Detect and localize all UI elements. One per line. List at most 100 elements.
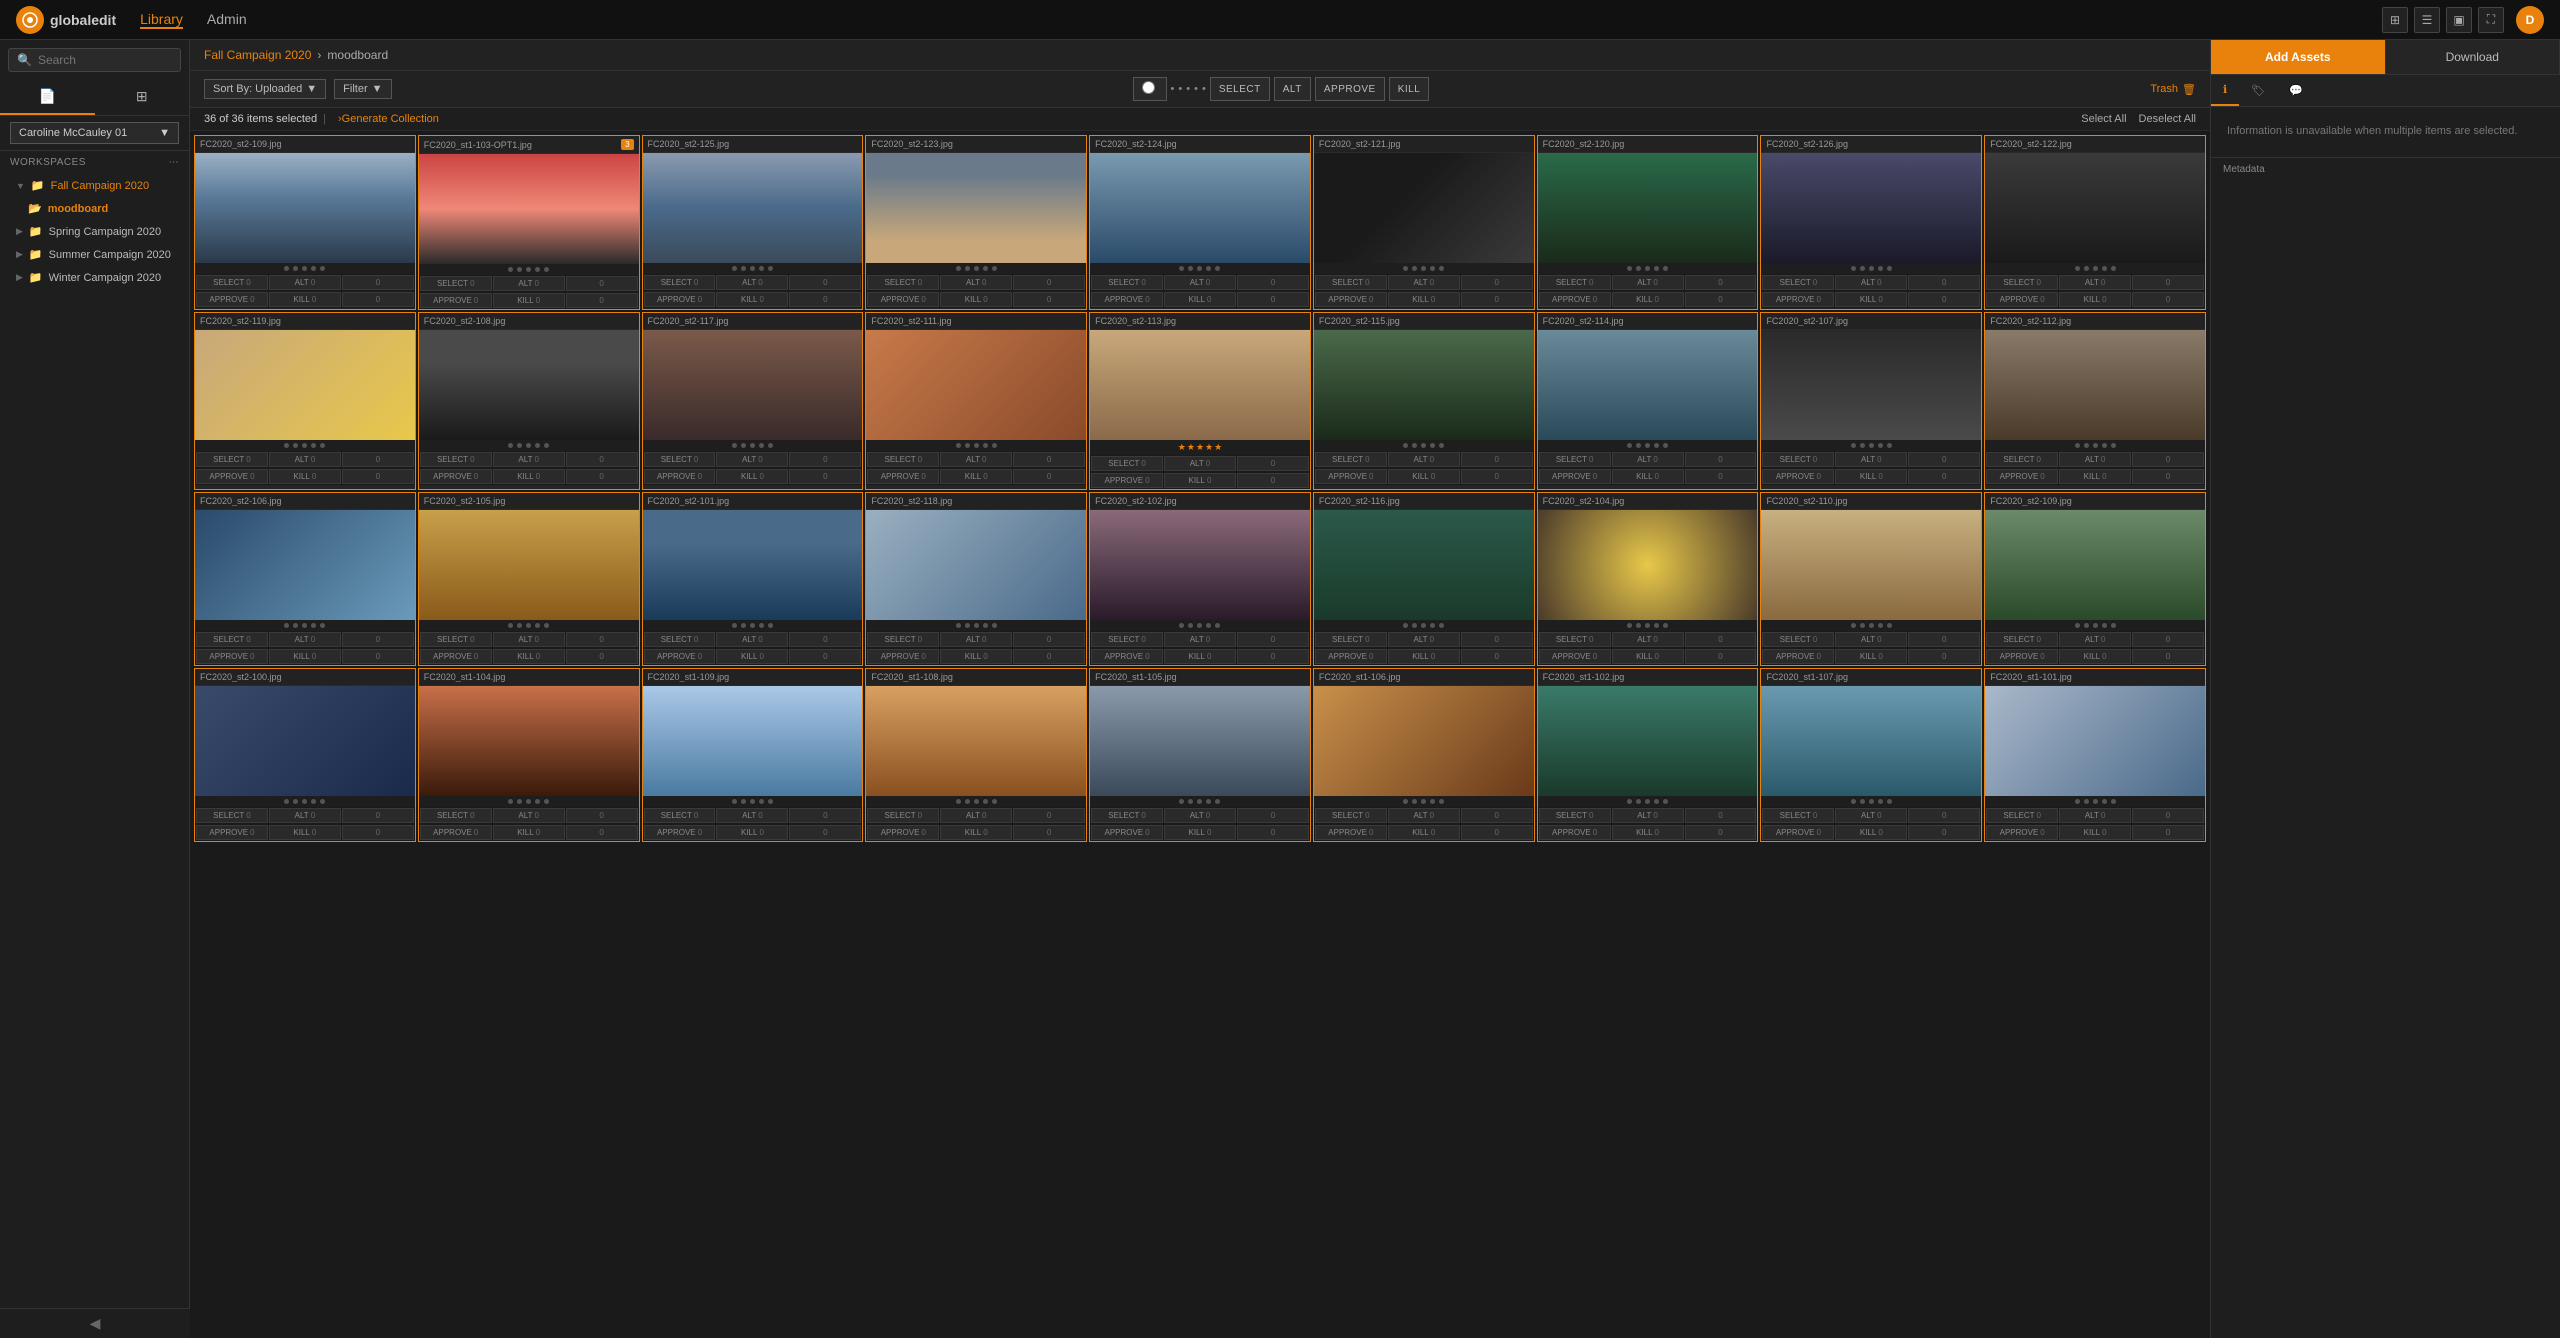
photo-kill-btn[interactable]: KILL 0 [716,292,788,307]
photo-thumbnail[interactable] [1985,330,2205,440]
photo-kill-btn[interactable]: KILL 0 [1835,649,1907,664]
photo-thumbnail[interactable] [643,510,863,620]
photo-approve-btn[interactable]: APPROVE 0 [1986,825,2058,840]
photo-thumbnail[interactable] [1761,510,1981,620]
photo-thumbnail[interactable] [1314,510,1534,620]
workspace-more-icon[interactable]: ⋯ [169,157,180,168]
photo-kill-btn[interactable]: KILL 0 [1164,473,1236,488]
photo-alt-btn[interactable]: ALT 0 [716,808,788,823]
photo-alt-btn[interactable]: ALT 0 [269,275,341,290]
filter-button[interactable]: Filter ▼ [334,79,391,99]
photo-kill-btn[interactable]: KILL 0 [1164,292,1236,307]
photo-card[interactable]: FC2020_st2-108.jpg SELECT 0 ALT 0 0 APPR… [418,312,640,490]
photo-alt-btn[interactable]: ALT 0 [1388,452,1460,467]
photo-thumbnail[interactable] [1761,153,1981,263]
photo-thumbnail[interactable] [195,330,415,440]
photo-card[interactable]: FC2020_st2-118.jpg SELECT 0 ALT 0 0 APPR… [865,492,1087,666]
photo-thumbnail[interactable] [866,330,1086,440]
photo-card[interactable]: FC2020_st1-103-OPT1.jpg 3 SELECT 0 ALT 0… [418,135,640,310]
photo-select-btn[interactable]: SELECT 0 [867,275,939,290]
photo-alt-btn[interactable]: ALT 0 [716,275,788,290]
photo-approve-btn[interactable]: APPROVE 0 [1091,825,1163,840]
photo-card[interactable]: FC2020_st2-109.jpg SELECT 0 ALT 0 0 APPR… [194,135,416,310]
photo-select-btn[interactable]: SELECT 0 [1091,456,1163,471]
photo-approve-btn[interactable]: APPROVE 0 [196,825,268,840]
photo-select-btn[interactable]: SELECT 0 [1315,632,1387,647]
breadcrumb-root[interactable]: Fall Campaign 2020 [204,48,311,62]
photo-kill-btn[interactable]: KILL 0 [2059,469,2131,484]
photo-approve-btn[interactable]: APPROVE 0 [420,293,492,308]
photo-card[interactable]: FC2020_st2-116.jpg SELECT 0 ALT 0 0 APPR… [1313,492,1535,666]
add-assets-button[interactable]: Add Assets [2211,40,2386,74]
photo-card[interactable]: FC2020_st2-109.jpg SELECT 0 ALT 0 0 APPR… [1984,492,2206,666]
photo-alt-btn[interactable]: ALT 0 [1612,808,1684,823]
select-all-action-button[interactable] [1133,77,1167,101]
photo-alt-btn[interactable]: ALT 0 [1612,452,1684,467]
photo-alt-btn[interactable]: ALT 0 [493,632,565,647]
photo-kill-btn[interactable]: KILL 0 [940,469,1012,484]
photo-select-btn[interactable]: SELECT 0 [644,808,716,823]
photo-card[interactable]: FC2020_st2-113.jpg ★★★★★ SELECT 0 ALT 0 … [1089,312,1311,490]
photo-thumbnail[interactable] [1314,153,1534,263]
photo-select-btn[interactable]: SELECT 0 [420,632,492,647]
photo-select-btn[interactable]: SELECT 0 [420,276,492,291]
photo-approve-btn[interactable]: APPROVE 0 [1315,292,1387,307]
photo-kill-btn[interactable]: KILL 0 [493,469,565,484]
photo-select-btn[interactable]: SELECT 0 [1539,275,1611,290]
fullscreen-icon[interactable]: ⛶ [2478,7,2504,33]
photo-select-btn[interactable]: SELECT 0 [1091,632,1163,647]
photo-thumbnail[interactable] [1985,153,2205,263]
photo-approve-btn[interactable]: APPROVE 0 [196,292,268,307]
photo-kill-btn[interactable]: KILL 0 [1164,649,1236,664]
photo-thumbnail[interactable] [866,686,1086,796]
photo-select-btn[interactable]: SELECT 0 [1986,808,2058,823]
photo-alt-btn[interactable]: ALT 0 [1164,808,1236,823]
photo-alt-btn[interactable]: ALT 0 [493,452,565,467]
photo-approve-btn[interactable]: APPROVE 0 [1539,469,1611,484]
photo-approve-btn[interactable]: APPROVE 0 [1539,825,1611,840]
sidebar-item-moodboard[interactable]: 📂 moodboard [0,197,189,220]
photo-select-btn[interactable]: SELECT 0 [1986,275,2058,290]
photo-thumbnail[interactable] [1761,330,1981,440]
photo-thumbnail[interactable] [419,330,639,440]
photo-kill-btn[interactable]: KILL 0 [2059,292,2131,307]
search-box[interactable]: 🔍 [8,48,181,72]
photo-card[interactable]: FC2020_st2-119.jpg SELECT 0 ALT 0 0 APPR… [194,312,416,490]
photo-thumbnail[interactable] [195,153,415,263]
trash-button[interactable]: Trash 🗑 [2150,83,2196,96]
sidebar-item-summer-campaign[interactable]: ▶ 📁 Summer Campaign 2020 [0,243,189,266]
photo-select-btn[interactable]: SELECT 0 [196,808,268,823]
photo-kill-btn[interactable]: KILL 0 [2059,649,2131,664]
photo-select-btn[interactable]: SELECT 0 [867,808,939,823]
photo-alt-btn[interactable]: ALT 0 [269,632,341,647]
photo-kill-btn[interactable]: KILL 0 [1388,649,1460,664]
photo-alt-btn[interactable]: ALT 0 [1164,275,1236,290]
photo-card[interactable]: FC2020_st2-101.jpg SELECT 0 ALT 0 0 APPR… [642,492,864,666]
photo-card[interactable]: FC2020_st2-114.jpg SELECT 0 ALT 0 0 APPR… [1537,312,1759,490]
photo-kill-btn[interactable]: KILL 0 [1835,469,1907,484]
photo-thumbnail[interactable] [1314,330,1534,440]
photo-card[interactable]: FC2020_st2-120.jpg SELECT 0 ALT 0 0 APPR… [1537,135,1759,310]
photo-select-btn[interactable]: SELECT 0 [196,452,268,467]
photo-select-btn[interactable]: SELECT 0 [1539,632,1611,647]
photo-kill-btn[interactable]: KILL 0 [716,649,788,664]
sidebar-tab-layers[interactable]: ⊞ [95,80,190,115]
photo-approve-btn[interactable]: APPROVE 0 [1315,469,1387,484]
grid-view-icon[interactable]: ⊞ [2382,7,2408,33]
approve-button[interactable]: APPROVE [1315,77,1385,101]
sort-button[interactable]: Sort By: Uploaded ▼ [204,79,326,99]
photo-thumbnail[interactable] [1538,510,1758,620]
photo-kill-btn[interactable]: KILL 0 [716,825,788,840]
photo-alt-btn[interactable]: ALT 0 [1388,275,1460,290]
photo-card[interactable]: FC2020_st1-107.jpg SELECT 0 ALT 0 0 APPR… [1760,668,1982,842]
photo-alt-btn[interactable]: ALT 0 [2059,452,2131,467]
photo-alt-btn[interactable]: ALT 0 [269,808,341,823]
photo-approve-btn[interactable]: APPROVE 0 [867,825,939,840]
photo-card[interactable]: FC2020_st1-109.jpg SELECT 0 ALT 0 0 APPR… [642,668,864,842]
photo-alt-btn[interactable]: ALT 0 [1164,456,1236,471]
photo-select-btn[interactable]: SELECT 0 [420,808,492,823]
metadata-chat-tab[interactable]: 💬 [2277,75,2315,106]
photo-select-btn[interactable]: SELECT 0 [1091,275,1163,290]
photo-thumbnail[interactable] [195,686,415,796]
photo-select-btn[interactable]: SELECT 0 [1762,808,1834,823]
